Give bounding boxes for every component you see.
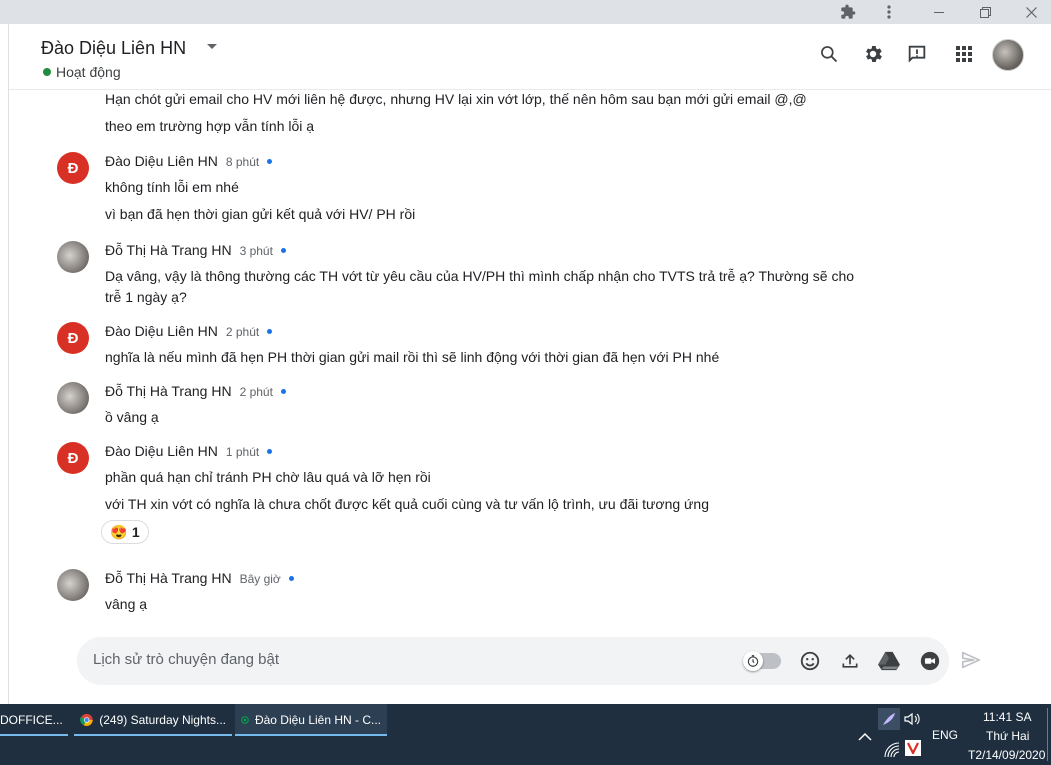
sender-name[interactable]: Đào Diệu Liên HN (105, 443, 218, 459)
message-time: 3 phút (239, 244, 273, 258)
window-titlebar (0, 0, 1051, 24)
message-time: 2 phút (239, 385, 273, 399)
taskbar-item-chat[interactable]: Đào Diệu Liên HN - C... (235, 704, 387, 736)
upload-icon[interactable] (838, 649, 862, 673)
read-indicator-icon (280, 389, 286, 394)
message-time: 1 phút (225, 445, 260, 459)
search-icon[interactable] (815, 40, 843, 68)
video-meet-icon[interactable] (918, 649, 942, 673)
taskbar-item-label: (249) Saturday Nights... (99, 713, 226, 727)
presence-status: Hoạt động (43, 64, 121, 80)
clock-time[interactable]: 11:41 SA (983, 710, 1031, 724)
sender-avatar[interactable]: Đ (57, 442, 89, 474)
active-underline (235, 734, 387, 736)
language-indicator[interactable]: ENG (932, 728, 958, 742)
left-border (8, 24, 9, 704)
send-icon[interactable] (960, 649, 984, 673)
read-indicator-icon (267, 329, 273, 334)
message-text: Dạ vâng, vậy là thông thường các TH vớt … (105, 268, 855, 284)
show-desktop-divider[interactable] (1047, 708, 1048, 761)
message-header: Đào Diệu Liên HN 2 phút (105, 323, 273, 339)
history-timer-icon[interactable] (743, 651, 763, 671)
feedback-icon[interactable] (903, 40, 931, 68)
message-time: Bây giờ (239, 572, 281, 586)
read-indicator-icon (280, 248, 286, 253)
taskbar-item-chrome[interactable]: (249) Saturday Nights... (74, 704, 232, 736)
drive-icon[interactable] (877, 649, 901, 673)
composer-placeholder[interactable]: Lịch sử trò chuyện đang bật (93, 651, 279, 668)
message-header: Đỗ Thị Hà Trang HN Bây giờ (105, 570, 294, 586)
taskbar-item-doffice[interactable]: DOFFICE... (0, 704, 68, 736)
reaction-count: 1 (131, 524, 140, 540)
extensions-icon[interactable] (828, 0, 868, 24)
restore-button[interactable] (965, 0, 1005, 24)
taskbar-item-label: DOFFICE... (0, 713, 63, 727)
clock-date[interactable]: T2/14/09/2020 (968, 748, 1045, 762)
chat-header: Đào Diệu Liên HN Hoạt động (9, 24, 1051, 90)
message-time: 8 phút (225, 155, 260, 169)
message-composer[interactable]: Lịch sử trò chuyện đang bật (77, 637, 949, 685)
read-indicator-icon (288, 576, 294, 581)
active-underline (74, 734, 232, 736)
taskbar-item-label: Đào Diệu Liên HN - C... (254, 713, 381, 727)
account-avatar[interactable] (992, 39, 1024, 71)
sender-avatar[interactable] (57, 569, 89, 601)
sender-name[interactable]: Đỗ Thị Hà Trang HN (105, 242, 232, 258)
message-text: trễ 1 ngày ạ? (105, 289, 187, 305)
message-text: Hạn chót gửi email cho HV mới liên hệ đư… (105, 91, 807, 107)
heart-eyes-emoji-icon: 😍 (110, 523, 128, 540)
wifi-icon[interactable] (884, 742, 900, 763)
close-button[interactable] (1011, 0, 1051, 24)
message-text: ồ vâng ạ (105, 409, 159, 425)
message-text: vì bạn đã hẹn thời gian gửi kết quả với … (105, 206, 416, 222)
read-indicator-icon (267, 449, 273, 454)
emoji-icon[interactable] (798, 649, 822, 673)
chevron-up-icon[interactable] (858, 729, 872, 747)
chrome-icon (80, 713, 93, 727)
sender-avatar[interactable]: Đ (57, 322, 89, 354)
chat-app-icon (241, 716, 249, 724)
message-time: 2 phút (225, 325, 260, 339)
sender-name[interactable]: Đỗ Thị Hà Trang HN (105, 570, 232, 586)
message-header: Đỗ Thị Hà Trang HN 3 phút (105, 242, 286, 258)
presence-dot-icon (43, 68, 51, 76)
reaction-chip[interactable]: 😍 1 (101, 520, 149, 544)
clock-day[interactable]: Thứ Hai (986, 729, 1029, 743)
presence-text: Hoạt động (56, 64, 121, 80)
sender-name[interactable]: Đào Diệu Liên HN (105, 153, 218, 169)
settings-gear-icon[interactable] (859, 40, 887, 68)
sender-avatar[interactable] (57, 241, 89, 273)
sender-avatar[interactable] (57, 382, 89, 414)
sender-avatar[interactable]: Đ (57, 152, 89, 184)
message-text: vâng ạ (105, 596, 148, 612)
message-text: không tính lỗi em nhé (105, 179, 239, 195)
message-header: Đào Diệu Liên HN 8 phút (105, 153, 273, 169)
apps-grid-icon[interactable] (950, 40, 978, 68)
minimize-button[interactable] (919, 0, 959, 24)
windows-taskbar: DOFFICE... (249) Saturday Nights... Đào … (0, 704, 1051, 765)
message-header: Đỗ Thị Hà Trang HN 2 phút (105, 383, 286, 399)
more-vert-icon[interactable] (869, 0, 909, 24)
message-text: nghĩa là nếu mình đã hẹn PH thời gian gử… (105, 349, 720, 365)
message-header: Đào Diệu Liên HN 1 phút (105, 443, 273, 459)
sender-name[interactable]: Đào Diệu Liên HN (105, 323, 218, 339)
read-indicator-icon (267, 159, 273, 164)
feather-app-icon[interactable] (878, 708, 900, 730)
volume-icon[interactable] (904, 712, 920, 731)
active-underline (0, 734, 68, 736)
message-text: phần quá hạn chỉ tránh PH chờ lâu quá và… (105, 469, 431, 485)
message-text: theo em trường hợp vẫn tính lỗi ạ (105, 118, 315, 134)
message-text: với TH xin vớt có nghĩa là chưa chốt đượ… (105, 496, 709, 512)
room-title[interactable]: Đào Diệu Liên HN (41, 38, 186, 59)
v-app-icon[interactable] (905, 740, 921, 756)
sender-name[interactable]: Đỗ Thị Hà Trang HN (105, 383, 232, 399)
chevron-down-icon[interactable] (207, 44, 217, 49)
